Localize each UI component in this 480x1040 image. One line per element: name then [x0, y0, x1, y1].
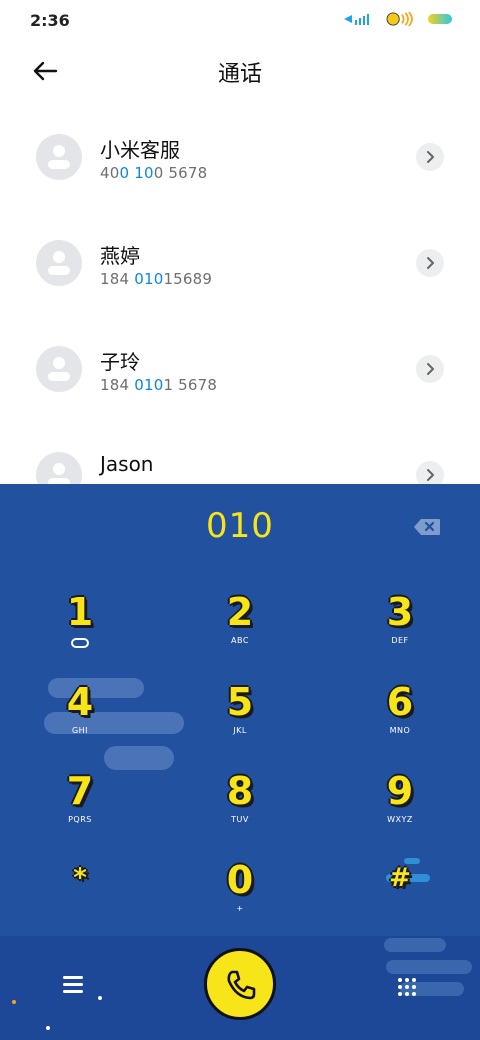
dialed-number: 010 [206, 506, 274, 546]
status-icons [342, 12, 454, 26]
chevron-right-icon [427, 469, 434, 481]
dial-key-0[interactable]: 0 + [180, 858, 300, 936]
sparkle-decoration [46, 1026, 50, 1030]
dialpad-panel: 010 1 2 ABC 3 DEF 4 GHI 5 JKL 6 MNO 7 PQ… [0, 484, 480, 936]
battery-icon [428, 14, 452, 24]
dial-key-6[interactable]: 6 MNO [340, 680, 460, 760]
dial-key-5[interactable]: 5 JKL [180, 680, 300, 760]
phone-icon [227, 970, 256, 1000]
menu-button[interactable] [63, 976, 83, 996]
contact-number: 184 0101 5678 [100, 376, 218, 394]
avatar [36, 134, 82, 180]
avatar [36, 346, 82, 392]
contact-detail-button[interactable] [416, 249, 444, 277]
wifi-icon [386, 12, 413, 26]
chevron-right-icon [427, 151, 434, 163]
dial-key-7[interactable]: 7 PQRS [20, 769, 140, 849]
dial-key-1[interactable]: 1 [20, 590, 140, 670]
contact-name: 小米客服 [100, 138, 180, 162]
backspace-icon[interactable] [413, 518, 441, 536]
dialpad-icon[interactable] [396, 976, 418, 998]
cloud-decoration [386, 960, 472, 974]
contact-name: 子玲 [100, 350, 140, 374]
page-title: 通话 [217, 62, 262, 87]
voicemail-icon [71, 638, 89, 648]
chevron-right-icon [427, 257, 434, 269]
contact-number: 400 100 5678 [100, 164, 208, 182]
chevron-right-icon [427, 363, 434, 375]
call-button[interactable] [204, 948, 276, 1020]
dial-key-hash[interactable]: # [340, 856, 460, 936]
dial-key-9[interactable]: 9 WXYZ [340, 769, 460, 849]
header: 通话 [0, 44, 480, 98]
dial-key-2[interactable]: 2 ABC [180, 590, 300, 670]
dial-key-4[interactable]: 4 GHI [20, 680, 140, 760]
contact-name: Jason [100, 452, 154, 476]
contact-number: 184 01015689 [100, 270, 213, 288]
dial-key-8[interactable]: 8 TUV [180, 769, 300, 849]
contact-row[interactable]: 小米客服 400 100 5678 [0, 106, 480, 212]
bottom-bar [0, 936, 480, 1040]
contact-detail-button[interactable] [416, 355, 444, 383]
menu-icon [63, 976, 83, 979]
contact-row[interactable]: 燕婷 184 01015689 [0, 212, 480, 318]
dial-key-3[interactable]: 3 DEF [340, 590, 460, 670]
avatar [36, 240, 82, 286]
contact-row[interactable]: 子玲 184 0101 5678 [0, 318, 480, 424]
cloud-decoration [384, 938, 446, 952]
status-bar: 2:36 [0, 0, 480, 42]
contact-name: 燕婷 [100, 244, 140, 268]
signal-icon [344, 14, 369, 25]
sparkle-decoration [98, 996, 102, 1000]
dial-key-star[interactable]: * [20, 856, 140, 936]
status-time: 2:36 [30, 11, 70, 30]
sparkle-decoration [12, 1000, 16, 1004]
contact-detail-button[interactable] [416, 143, 444, 171]
